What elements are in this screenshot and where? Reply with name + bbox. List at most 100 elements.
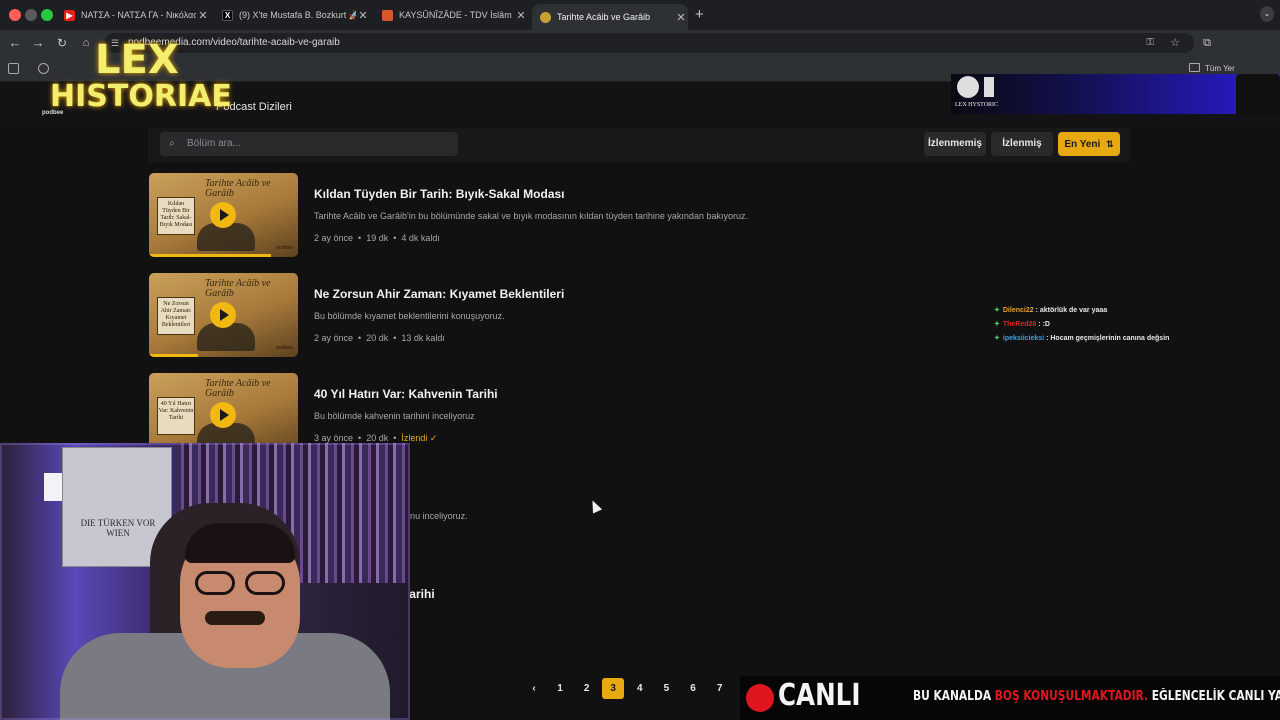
meta-separator: •: [393, 433, 397, 443]
close-tab-icon[interactable]: ✕: [356, 9, 370, 22]
minimize-window-button[interactable]: [25, 9, 37, 21]
meta-separator: •: [393, 333, 397, 343]
stream-logo: LEX HISTORIAE: [50, 40, 240, 120]
apps-icon[interactable]: [8, 63, 19, 74]
ticker-post: EĞLENCELİK CANLI YAYIN: [1151, 689, 1280, 704]
episode-meta: 2 ay önce • 19 dk • 4 dk kaldı: [314, 233, 440, 243]
meta-separator: •: [358, 333, 362, 343]
chat-username: ipeksiicieksi: [1002, 335, 1045, 342]
episode-toolbar: ⌕ Bölüm ara... İzlenmemiş İzlenmiş En Ye…: [148, 128, 1130, 162]
logo-line1: LEX: [95, 37, 179, 83]
search-placeholder: Bölüm ara...: [187, 138, 241, 149]
thumbnail-plaque: Kıldan Tüyden Bir Tarih: Sakal-Bıyık Mod…: [157, 197, 195, 235]
episode-row[interactable]: Tarihte Acâib ve Garâib Ne Zorsun Ahir Za…: [149, 273, 1049, 357]
episode-status: İzlendi ✓: [401, 433, 438, 443]
episode-row[interactable]: Tarihte Acâib ve Garâib Kıldan Tüyden Bir…: [149, 173, 1049, 257]
youtube-icon: ▶: [64, 9, 75, 21]
all-bookmarks-link[interactable]: Tüm Yer: [1205, 64, 1235, 73]
close-tab-icon[interactable]: ✕: [674, 11, 688, 24]
chat-message: ✦ TheRed28 : :D: [994, 321, 1050, 328]
filter-watched-button[interactable]: İzlenmiş: [991, 132, 1053, 156]
browser-tab[interactable]: X (9) X'te Mustafa B. Bozkurt 🚀 ✕: [214, 4, 370, 26]
progress-bar: [149, 354, 199, 357]
episode-status: 4 dk kaldı: [401, 233, 440, 243]
back-icon[interactable]: ←: [6, 34, 24, 52]
thumbnail-series-title: Tarihte Acâib ve Garâib: [205, 178, 271, 199]
episode-age: 2 ay önce: [314, 233, 354, 243]
sort-newest-button[interactable]: En Yeni ⇅: [1058, 132, 1120, 156]
chat-username: TheRed28: [1002, 321, 1037, 328]
page-button[interactable]: 6: [682, 678, 704, 699]
episode-description: Tarihte Acâib ve Garâib'in bu bölümünde …: [314, 211, 748, 221]
play-icon[interactable]: [210, 302, 236, 328]
page-button[interactable]: 3: [602, 678, 625, 699]
episode-meta: 2 ay önce • 20 dk • 13 dk kaldı: [314, 333, 445, 343]
play-icon[interactable]: [210, 402, 236, 428]
globe-icon[interactable]: [38, 63, 49, 74]
bookmark-star-icon[interactable]: ☆: [1170, 33, 1180, 53]
stream-chat: ✦ Dilenci22 : aktörlük de var yaaa ✦ TheRed…: [994, 306, 1184, 348]
thumbnail-series-title: Tarihte Acâib ve Garâib: [205, 378, 271, 399]
folder-icon: [1189, 63, 1200, 72]
episode-duration: 20 dk: [366, 433, 389, 443]
page-button[interactable]: 2: [576, 678, 598, 699]
banner-brand: LEX HYSTORIC: [955, 102, 999, 108]
episode-description: Bu bölümde kıyamet beklentilerini konuşu…: [314, 311, 505, 321]
url-bar[interactable]: ☰ podbeemedia.com/video/tarihte-acaib-ve…: [104, 33, 1194, 53]
page-button[interactable]: 5: [655, 678, 677, 699]
tab-title: Tarihte Acâib ve Garâib: [557, 12, 651, 22]
maximize-window-button[interactable]: [41, 9, 53, 21]
stream-banner: LEX HYSTORIC: [951, 74, 1280, 114]
browser-tab-bar: ▶ ΝΑΤΣΑ - ΝΑΤΣΑ ΓΑ - Νικόλαο ✕ X (9) X't…: [0, 0, 1280, 30]
extensions-icon[interactable]: ⧉: [1198, 34, 1216, 52]
page-button[interactable]: 4: [629, 678, 651, 699]
meta-separator: •: [358, 233, 362, 243]
browser-tab[interactable]: ▶ ΝΑΤΣΑ - ΝΑΤΣΑ ΓΑ - Νικόλαο ✕: [56, 4, 210, 26]
thumbnail-plaque: Ne Zorsun Ahir Zaman: Kıyamet Beklentile…: [157, 297, 195, 335]
episode-title[interactable]: Kıldan Tüyden Bir Tarih: Bıyık-Sakal Mod…: [314, 187, 565, 201]
live-dot-icon: [746, 684, 774, 712]
episode-status: 13 dk kaldı: [401, 333, 445, 343]
search-icon: ⌕: [169, 138, 175, 149]
podcast-icon: [540, 11, 551, 23]
ticker-red: BOŞ KONUŞULMAKTADIR.: [994, 689, 1148, 704]
column-icon: [984, 77, 994, 97]
tab-title: (9) X'te Mustafa B. Bozkurt 🚀: [239, 9, 356, 20]
sort-label: En Yeni: [1064, 139, 1101, 150]
ticker-text: BU KANALDA BOŞ KONUŞULMAKTADIR. EĞLENCEL…: [913, 689, 1280, 704]
thumbnail-series-title: Tarihte Acâib ve Garâib: [205, 278, 271, 299]
episode-thumbnail[interactable]: Tarihte Acâib ve Garâib Kıldan Tüyden Bir…: [149, 173, 298, 257]
banner-face-icon: [957, 76, 979, 98]
browser-tab[interactable]: KAYSÛNÎZÂDE - TDV İslâm A ✕: [374, 4, 528, 26]
episode-duration: 20 dk: [366, 333, 389, 343]
chat-message: ✦ ipeksiicieksi : Hocam geçmişlerinin can…: [994, 335, 1170, 342]
key-icon[interactable]: ⚿: [1146, 33, 1154, 53]
page-button[interactable]: 7: [709, 678, 731, 699]
thumbnail-brand: podbee: [276, 345, 293, 351]
live-label: CANLI: [778, 678, 861, 713]
episode-age: 2 ay önce: [314, 333, 354, 343]
episode-thumbnail[interactable]: Tarihte Acâib ve Garâib Ne Zorsun Ahir Za…: [149, 273, 298, 357]
webcam-frame: [0, 443, 410, 720]
episode-title[interactable]: Ne Zorsun Ahir Zaman: Kıyamet Beklentile…: [314, 287, 564, 301]
search-input[interactable]: ⌕ Bölüm ara...: [160, 132, 458, 156]
chat-text: Hocam geçmişlerinin canına değsin: [1050, 335, 1170, 342]
close-tab-icon[interactable]: ✕: [514, 9, 528, 22]
close-window-button[interactable]: [9, 9, 21, 21]
thumbnail-plaque: 40 Yıl Hatırı Var: Kahvenin Tarihi: [157, 397, 195, 435]
episode-title[interactable]: 40 Yıl Hatırı Var: Kahvenin Tarihi: [314, 387, 498, 401]
tab-search-icon[interactable]: ⌄: [1260, 6, 1274, 22]
prev-page-button[interactable]: ‹: [523, 678, 545, 699]
forward-icon[interactable]: →: [29, 34, 47, 52]
page-button[interactable]: 1: [549, 678, 571, 699]
episode-duration: 19 dk: [366, 233, 389, 243]
chat-badge-icon: ✦: [994, 321, 1000, 328]
tab-title: ΝΑΤΣΑ - ΝΑΤΣΑ ΓΑ - Νικόλαο: [81, 10, 196, 20]
meta-separator: •: [393, 233, 397, 243]
play-icon[interactable]: [210, 202, 236, 228]
browser-tab-active[interactable]: Tarihte Acâib ve Garâib ✕: [532, 4, 688, 30]
close-tab-icon[interactable]: ✕: [196, 9, 210, 22]
new-tab-icon[interactable]: +: [695, 6, 704, 23]
webcam-overlay: DIE TÜRKEN VOR WIEN: [0, 443, 410, 720]
filter-unwatched-button[interactable]: İzlenmemiş: [924, 132, 986, 156]
